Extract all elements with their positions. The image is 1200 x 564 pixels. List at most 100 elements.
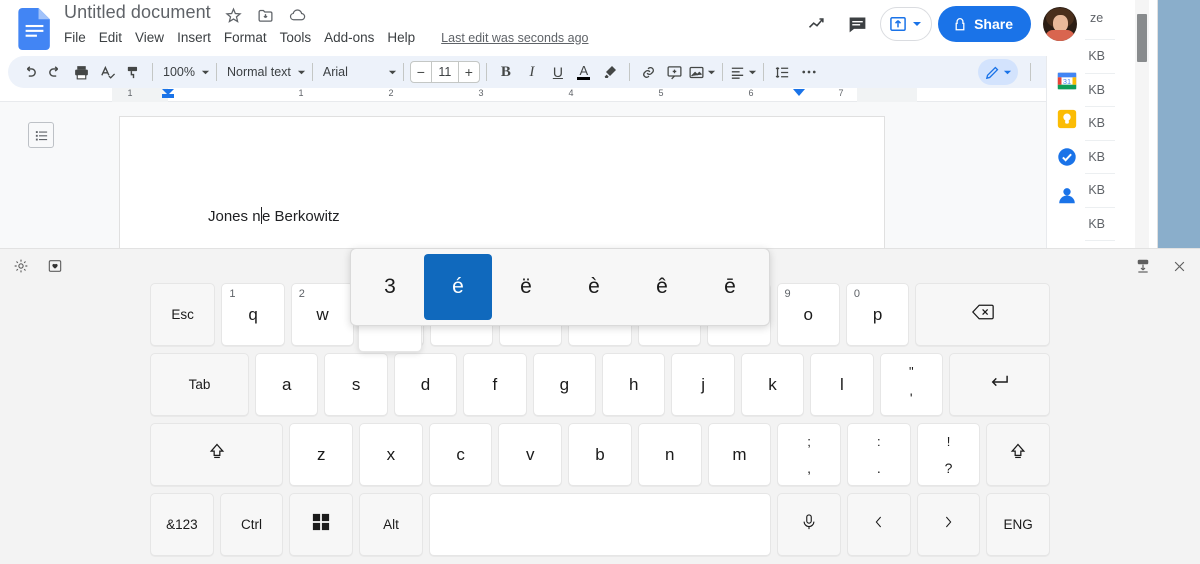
key-n[interactable]: n	[637, 423, 702, 486]
menu-view[interactable]: View	[135, 30, 164, 45]
accent-option-0[interactable]: 3	[356, 254, 424, 320]
menu-format[interactable]: Format	[224, 30, 267, 45]
key-symbols[interactable]: &123	[150, 493, 214, 556]
left-margin-bar[interactable]	[162, 94, 174, 98]
undo-icon[interactable]	[16, 59, 42, 85]
accent-popup[interactable]: 3éëèêē	[350, 248, 770, 326]
align-dropdown[interactable]	[729, 64, 757, 81]
menu-help[interactable]: Help	[387, 30, 415, 45]
key-z[interactable]: z	[289, 423, 354, 486]
activity-dashboard-icon[interactable]	[800, 7, 834, 41]
redo-icon[interactable]	[42, 59, 68, 85]
star-icon[interactable]	[222, 4, 244, 26]
text-color-button[interactable]: A	[571, 59, 597, 85]
editing-mode-button[interactable]	[978, 59, 1018, 85]
contacts-icon[interactable]	[1056, 184, 1078, 206]
font-size-decrease[interactable]: −	[411, 64, 431, 80]
key-windows-logo[interactable]	[289, 493, 354, 556]
key-g[interactable]: g	[532, 353, 596, 416]
document-page[interactable]: Jones ne Berkowitz	[120, 117, 884, 248]
print-icon[interactable]	[68, 59, 94, 85]
drive-scrollbar[interactable]	[1135, 0, 1149, 248]
more-options-icon[interactable]	[796, 59, 822, 85]
key-space[interactable]	[428, 493, 772, 556]
menu-edit[interactable]: Edit	[99, 30, 122, 45]
key-tab[interactable]: Tab	[150, 353, 250, 416]
document-body-text[interactable]: Jones ne Berkowitz	[208, 207, 340, 225]
add-comment-icon[interactable]	[662, 59, 688, 85]
key-v[interactable]: v	[498, 423, 563, 486]
key-[interactable]: :.	[846, 423, 911, 486]
key-[interactable]: ;,	[777, 423, 841, 486]
key-alt[interactable]: Alt	[359, 493, 423, 556]
spellcheck-icon[interactable]	[94, 59, 120, 85]
document-title[interactable]: Untitled document	[64, 2, 211, 23]
present-upload-button[interactable]	[880, 7, 933, 41]
menu-insert[interactable]: Insert	[177, 30, 211, 45]
menu-tools[interactable]: Tools	[280, 30, 312, 45]
font-size-increase[interactable]: +	[459, 64, 479, 80]
calendar-icon[interactable]: 31	[1056, 70, 1078, 92]
insert-image-dropdown[interactable]	[688, 64, 716, 81]
tasks-icon[interactable]	[1056, 146, 1078, 168]
key-o[interactable]: 9o	[776, 283, 840, 346]
move-to-folder-icon[interactable]	[254, 4, 276, 26]
font-size-stepper[interactable]: − 11 +	[409, 61, 480, 83]
share-button[interactable]: Share	[938, 6, 1031, 42]
menu-add-ons[interactable]: Add-ons	[324, 30, 374, 45]
document-ruler[interactable]: 1 1 2 3 4 5 6 7	[0, 88, 1085, 102]
key-f[interactable]: f	[463, 353, 527, 416]
zoom-dropdown[interactable]: 100%	[159, 65, 210, 79]
drive-scrollbar-thumb[interactable]	[1137, 14, 1147, 62]
menu-file[interactable]: File	[64, 30, 86, 45]
key-b[interactable]: b	[568, 423, 632, 486]
accent-option-2[interactable]: ë	[492, 254, 560, 320]
key-d[interactable]: d	[393, 353, 458, 416]
comment-history-icon[interactable]	[840, 7, 874, 41]
accent-option-1[interactable]: é	[424, 254, 492, 320]
bold-button[interactable]: B	[493, 59, 519, 85]
insert-link-icon[interactable]	[636, 59, 662, 85]
key-shift[interactable]	[150, 423, 284, 486]
key-arrow-right[interactable]	[916, 493, 981, 556]
cloud-saved-icon[interactable]	[286, 4, 308, 26]
key-a[interactable]: a	[255, 353, 319, 416]
key-l[interactable]: l	[810, 353, 874, 416]
dock-keyboard-icon[interactable]	[1132, 255, 1154, 277]
avatar[interactable]	[1043, 7, 1077, 41]
key-arrow-left[interactable]	[846, 493, 911, 556]
key-[interactable]: " '	[879, 353, 943, 416]
highlight-color-icon[interactable]	[597, 59, 623, 85]
right-indent-marker[interactable]	[793, 89, 805, 96]
key-ctrl[interactable]: Ctrl	[219, 493, 284, 556]
key-x[interactable]: x	[359, 423, 423, 486]
settings-gear-icon[interactable]	[10, 255, 32, 277]
emoji-icon[interactable]	[44, 255, 66, 277]
accent-option-4[interactable]: ê	[628, 254, 696, 320]
key-enter[interactable]	[948, 353, 1050, 416]
accent-option-3[interactable]: è	[560, 254, 628, 320]
keep-icon[interactable]	[1056, 108, 1078, 130]
key-shift[interactable]	[986, 423, 1051, 486]
font-dropdown[interactable]: Arial	[319, 65, 397, 79]
key-c[interactable]: c	[428, 423, 493, 486]
line-spacing-icon[interactable]	[770, 59, 796, 85]
key-k[interactable]: k	[740, 353, 805, 416]
paragraph-style-dropdown[interactable]: Normal text	[223, 65, 306, 79]
key-j[interactable]: j	[671, 353, 735, 416]
key-w[interactable]: 2w	[290, 283, 355, 346]
key-s[interactable]: s	[324, 353, 388, 416]
key-[interactable]: !?	[916, 423, 981, 486]
key-language[interactable]: ENG	[986, 493, 1050, 556]
italic-button[interactable]: I	[519, 59, 545, 85]
font-size-value[interactable]: 11	[430, 61, 459, 83]
key-p[interactable]: 0p	[845, 283, 910, 346]
key-esc[interactable]: Esc	[150, 283, 216, 346]
key-m[interactable]: m	[707, 423, 772, 486]
key-h[interactable]: h	[602, 353, 666, 416]
accent-option-5[interactable]: ē	[696, 254, 764, 320]
underline-button[interactable]: U	[545, 59, 571, 85]
last-edit-status[interactable]: Last edit was seconds ago	[441, 31, 588, 45]
close-icon[interactable]	[1168, 255, 1190, 277]
document-outline-button[interactable]	[28, 122, 54, 148]
